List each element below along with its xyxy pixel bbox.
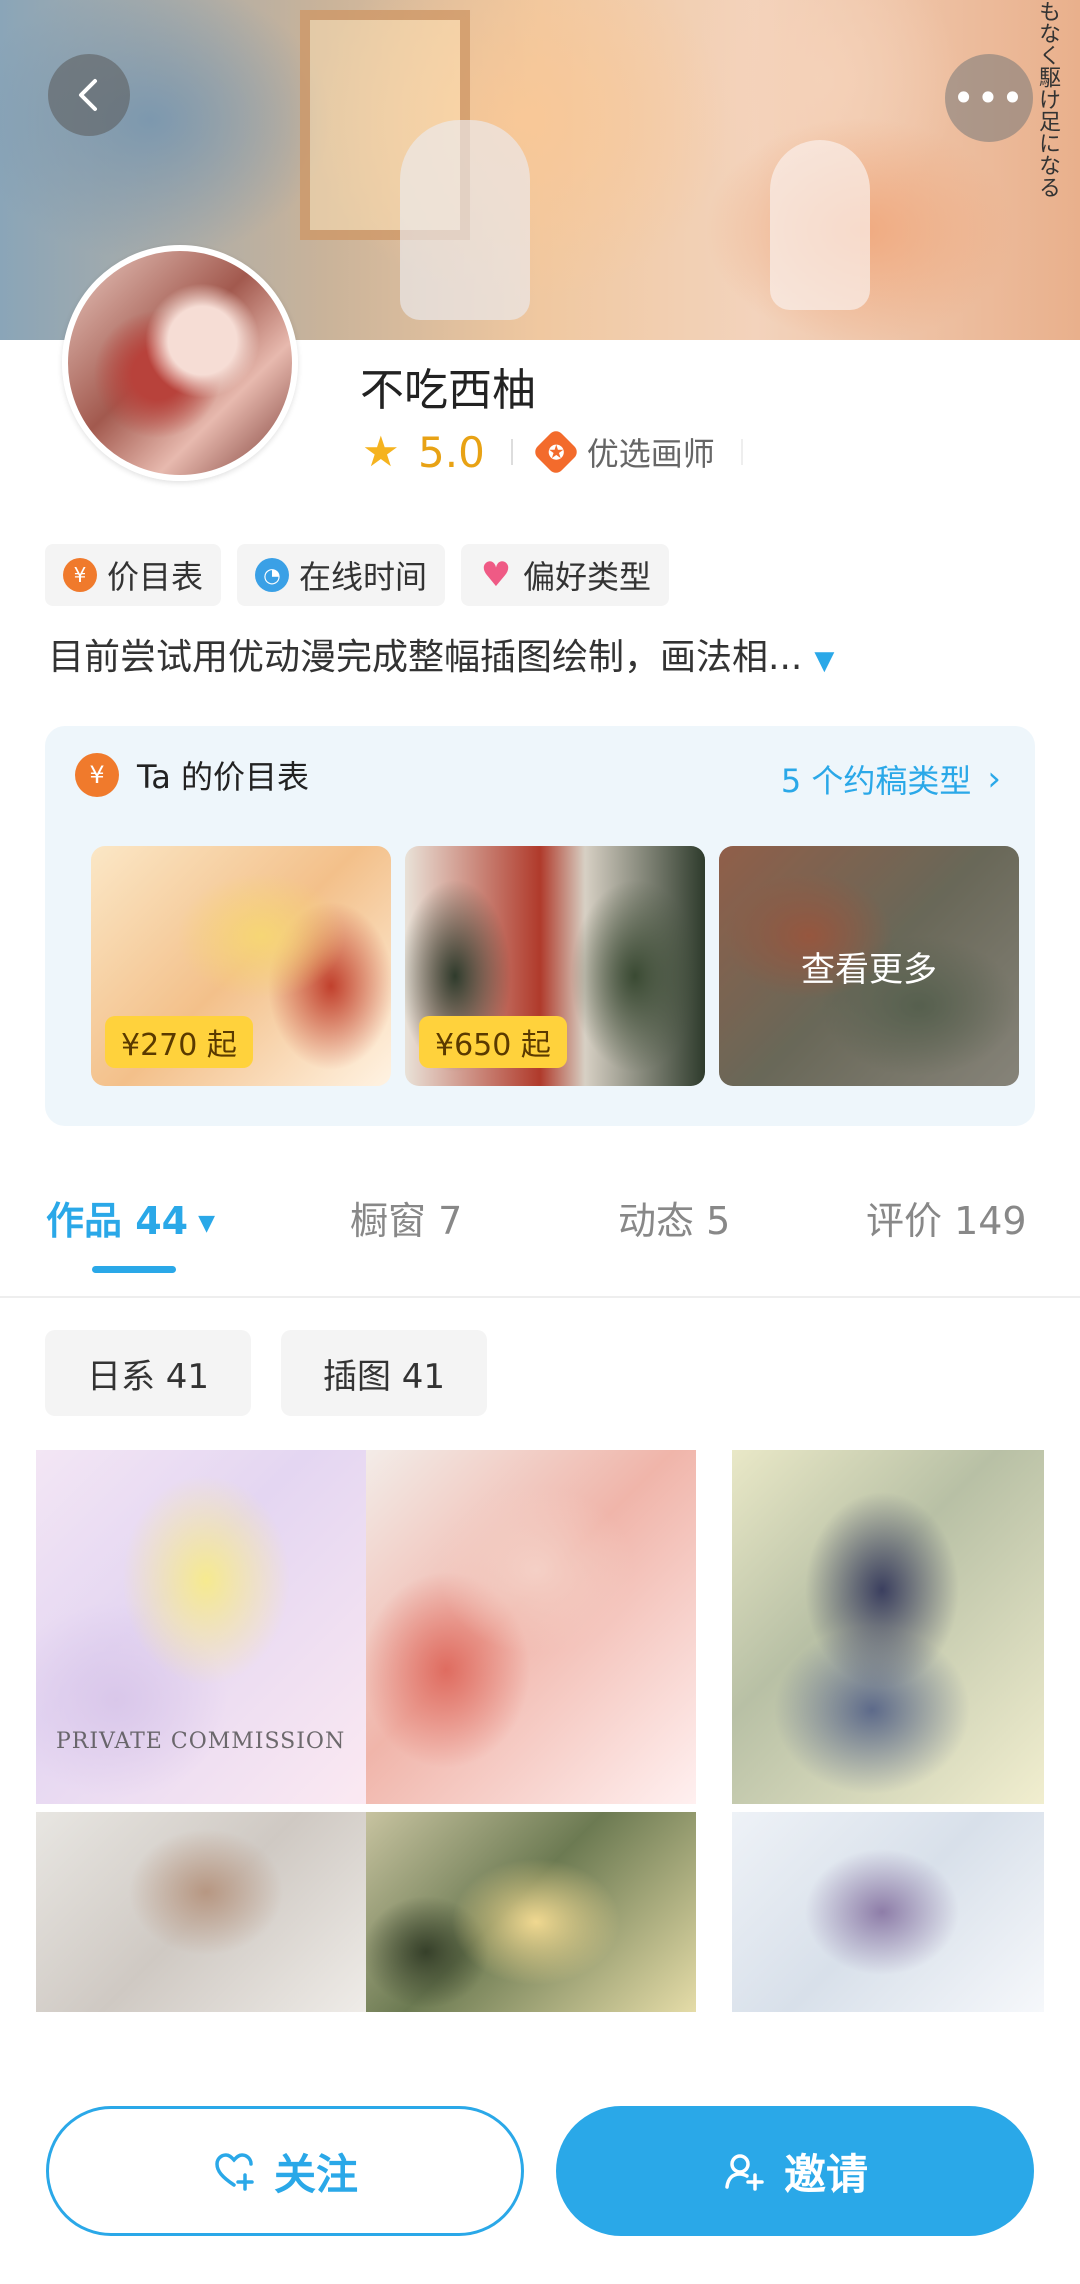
artist-badge[interactable]: 优选画师 — [587, 429, 715, 475]
invite-label: 邀请 — [783, 2149, 868, 2199]
price-thumbnails: ¥270 起 ¥650 起 查看更多 — [91, 846, 1019, 1086]
tag-label: 价目表 — [107, 558, 204, 596]
commission-types-label: 5 个约稿类型 — [780, 762, 972, 800]
artwork-thumbnail[interactable] — [366, 1450, 696, 1804]
artist-name: 不吃西柚 — [360, 365, 536, 416]
expand-triangle-icon[interactable]: ▼ — [814, 646, 834, 676]
price-tag: ¥270 起 — [105, 1016, 253, 1068]
artwork-thumbnail[interactable] — [36, 1812, 366, 2012]
more-options-button[interactable]: ••• — [945, 54, 1033, 142]
bottom-action-bar: 关注 邀请 — [0, 2076, 1080, 2284]
rating-score: 5.0 — [418, 427, 485, 477]
tag-price-list[interactable]: ¥ 价目表 — [45, 544, 222, 606]
tag-label: 在线时间 — [299, 558, 428, 596]
badge-icon: ✪ — [531, 427, 580, 477]
follow-label: 关注 — [273, 2149, 358, 2199]
active-tab-indicator — [92, 1266, 176, 1273]
category-filters: 日系 41 插图 41 — [45, 1330, 487, 1416]
rating-row: ★ 5.0 ✪ 优选画师 — [362, 424, 743, 480]
tabs-divider — [0, 1296, 1080, 1298]
clock-icon: ◔ — [255, 558, 290, 592]
price-list-card: ¥ Ta 的价目表 5 个约稿类型 › ¥270 起 ¥650 起 查看更多 — [45, 726, 1035, 1126]
artwork-thumbnail[interactable] — [732, 1450, 1044, 1804]
price-icon: ¥ — [75, 753, 119, 797]
artist-description[interactable]: 目前尝试用优动漫完成整幅插图绘制，画法相... ▼ — [48, 628, 1048, 680]
price-icon: ¥ — [63, 558, 97, 592]
tag-preference[interactable]: ♥ 偏好类型 — [461, 544, 670, 606]
tab-label: 动态 5 — [618, 1199, 731, 1243]
artwork-watermark: PRIVATE COMMISSION — [56, 1729, 346, 1754]
artwork-thumbnail[interactable] — [366, 1812, 696, 2012]
invite-button[interactable]: 邀请 — [556, 2106, 1034, 2236]
tab-label: 评价 149 — [866, 1199, 1027, 1243]
banner-figure-art — [770, 140, 870, 310]
tag-label: 偏好类型 — [523, 558, 652, 596]
heart-icon: ♥ — [480, 555, 512, 595]
price-tag: ¥650 起 — [419, 1016, 567, 1068]
tab-label: 橱窗 7 — [350, 1199, 463, 1243]
divider — [510, 439, 513, 465]
dropdown-triangle-icon: ▼ — [198, 1211, 216, 1236]
tab-posts[interactable]: 动态 5 — [618, 1190, 730, 1245]
description-text: 目前尝试用优动漫完成整幅插图绘制，画法相... — [48, 637, 803, 678]
view-more-item[interactable]: 查看更多 — [719, 846, 1019, 1086]
tab-label: 作品 44 — [46, 1199, 189, 1243]
avatar[interactable] — [62, 245, 298, 481]
banner-figure-art — [400, 120, 530, 320]
content-tabs: 作品 44 ▼ 橱窗 7 动态 5 评价 149 — [0, 1190, 1080, 1300]
price-card-header: ¥ Ta 的价目表 — [75, 752, 309, 798]
artist-profile-page: もなく駆け足になる ••• 不吃西柚 ★ 5.0 ✪ 优选画师 ¥ 价目表 ◔ … — [0, 0, 1080, 2284]
more-dots-icon: ••• — [952, 76, 1026, 120]
follow-button[interactable]: 关注 — [46, 2106, 524, 2236]
divider — [740, 439, 743, 465]
tab-showcase[interactable]: 橱窗 7 — [350, 1190, 462, 1245]
tab-reviews[interactable]: 评价 149 — [866, 1190, 1027, 1245]
price-item[interactable]: ¥270 起 — [91, 846, 391, 1086]
filter-japanese[interactable]: 日系 41 — [45, 1330, 251, 1416]
view-more-label: 查看更多 — [801, 949, 937, 990]
price-item[interactable]: ¥650 起 — [405, 846, 705, 1086]
artwork-thumbnail[interactable]: PRIVATE COMMISSION — [36, 1450, 366, 1804]
star-icon: ★ — [362, 427, 400, 476]
heart-plus-icon — [212, 2149, 256, 2193]
commission-types-link[interactable]: 5 个约稿类型 › — [781, 756, 1001, 802]
person-plus-icon — [722, 2149, 766, 2193]
info-tags: ¥ 价目表 ◔ 在线时间 ♥ 偏好类型 — [45, 544, 670, 606]
chevron-right-icon: › — [987, 759, 1001, 799]
tab-works[interactable]: 作品 44 ▼ — [46, 1190, 215, 1245]
chevron-left-icon — [79, 79, 97, 111]
artwork-thumbnail[interactable] — [732, 1812, 1044, 2012]
back-button[interactable] — [48, 54, 130, 136]
filter-illustration[interactable]: 插图 41 — [281, 1330, 487, 1416]
price-card-title: Ta 的价目表 — [137, 758, 310, 796]
tag-online-time[interactable]: ◔ 在线时间 — [237, 544, 446, 606]
